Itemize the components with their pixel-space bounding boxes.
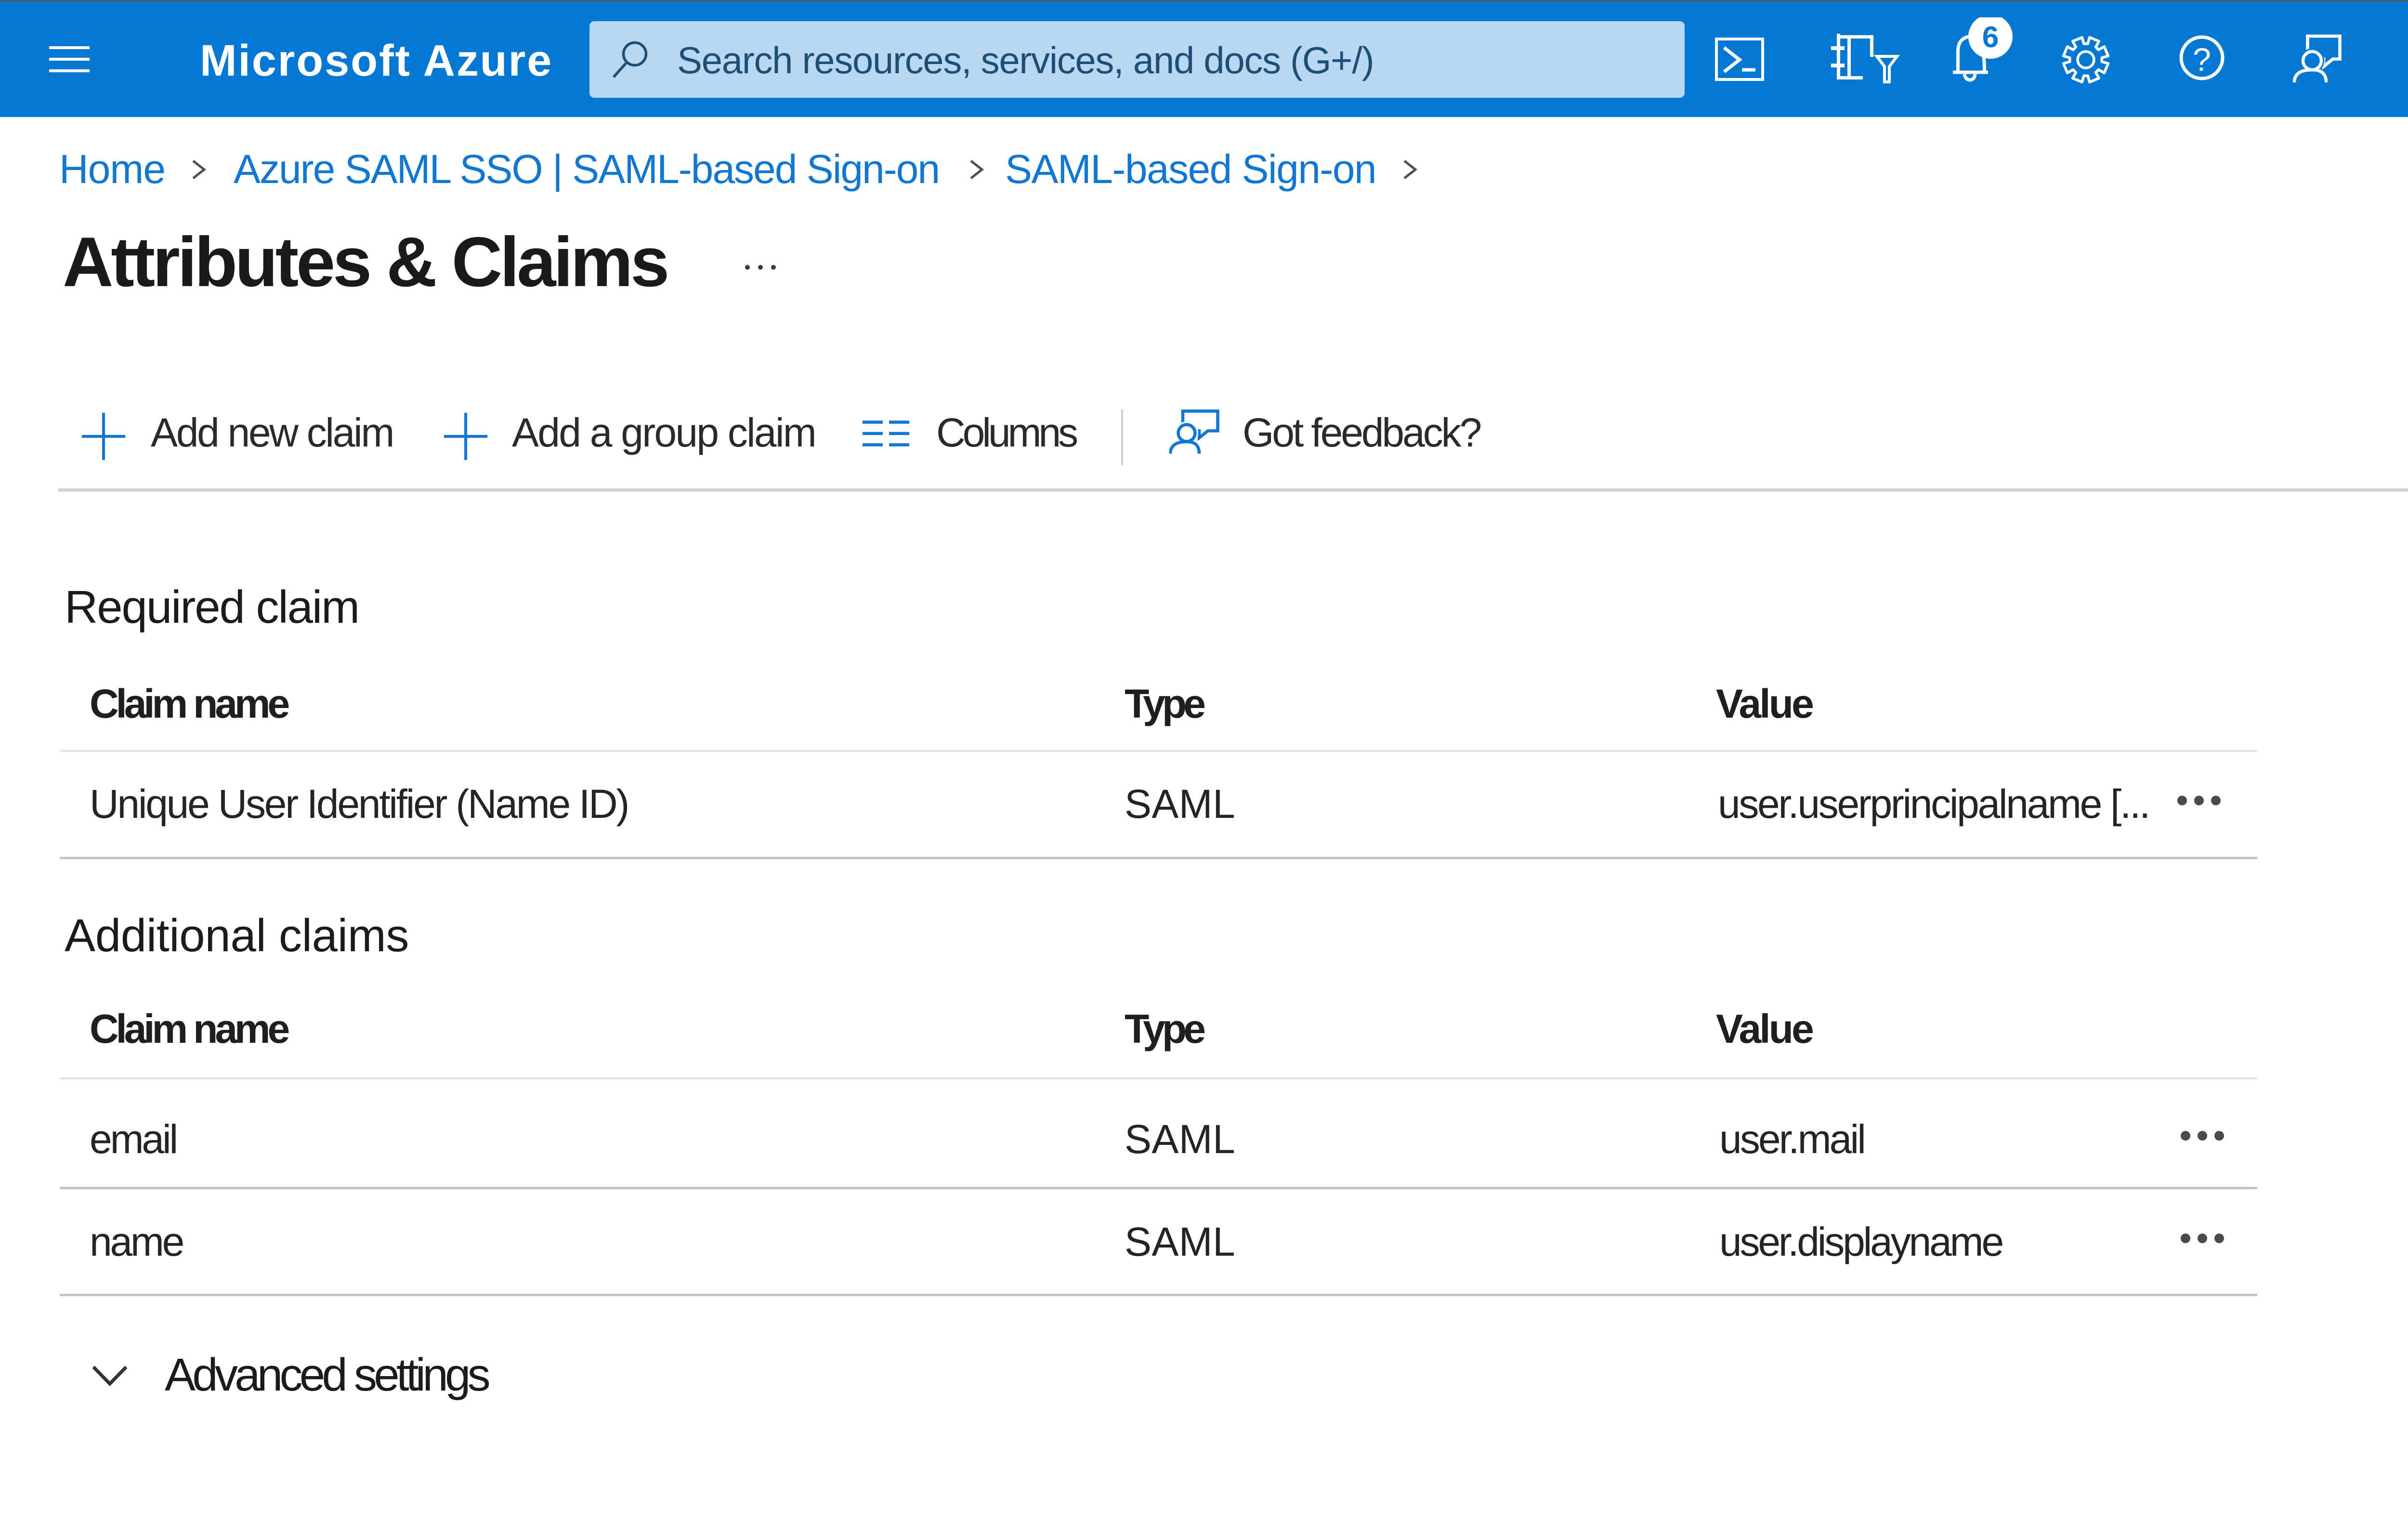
svg-text:6: 6 [1982,21,1999,54]
svg-text:?: ? [2193,41,2211,78]
